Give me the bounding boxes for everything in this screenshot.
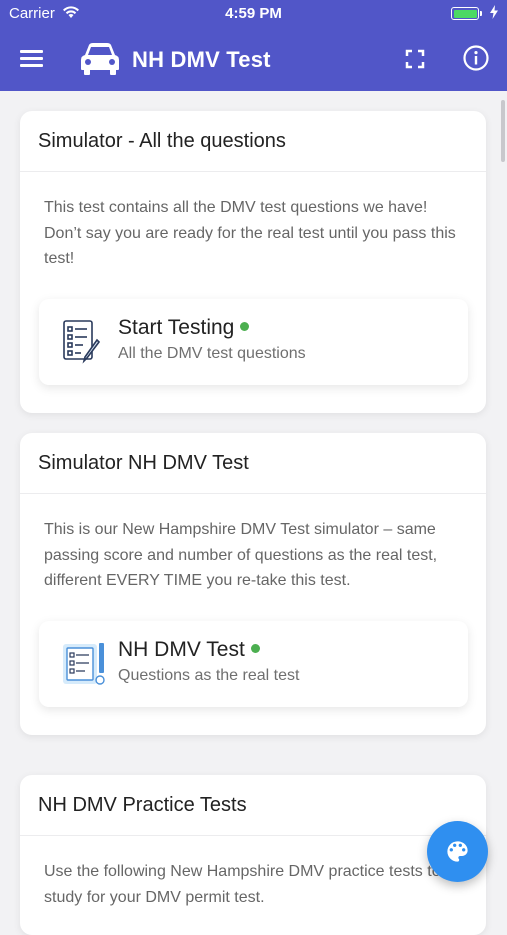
- status-bar: Carrier 4:59 PM: [0, 0, 507, 28]
- info-icon[interactable]: [463, 45, 489, 76]
- battery-icon: [451, 7, 482, 20]
- nh-dmv-test-button[interactable]: NH DMV Test Questions as the real test: [39, 621, 468, 707]
- card-title: Simulator NH DMV Test: [20, 433, 486, 494]
- app-title: NH DMV Test: [132, 47, 271, 72]
- card-title: NH DMV Practice Tests: [20, 775, 486, 836]
- card-description: Use the following New Hampshire DMV prac…: [44, 863, 441, 906]
- fullscreen-icon[interactable]: [405, 49, 425, 74]
- item-title: Start Testing: [118, 316, 250, 340]
- menu-icon[interactable]: [20, 50, 43, 67]
- card-title: Simulator - All the questions: [20, 111, 486, 172]
- item-subtitle: All the DMV test questions: [118, 345, 306, 362]
- status-time: 4:59 PM: [225, 5, 282, 22]
- scrollbar[interactable]: [501, 100, 505, 162]
- test-sheet-icon: [61, 640, 105, 688]
- item-subtitle: Questions as the real test: [118, 667, 300, 684]
- car-icon: [80, 42, 120, 81]
- item-title: NH DMV Test: [118, 638, 260, 662]
- online-dot: [250, 644, 260, 653]
- palette-icon: [447, 841, 468, 862]
- start-testing-button[interactable]: Start Testing All the DMV test questions: [39, 299, 468, 385]
- card-simulator-all: Simulator - All the questions This test …: [20, 111, 486, 413]
- card-description: This is our New Hampshire DMV Test simul…: [44, 521, 438, 589]
- card-simulator-nh: Simulator NH DMV Test This is our New Ha…: [20, 433, 486, 735]
- card-practice-tests: NH DMV Practice Tests Use the following …: [20, 775, 486, 935]
- theme-palette-button[interactable]: [427, 821, 488, 882]
- online-dot: [240, 322, 250, 331]
- checklist-icon: [61, 318, 103, 366]
- toolbar: NH DMV Test: [0, 28, 507, 91]
- card-description: This test contains all the DMV test ques…: [44, 199, 456, 267]
- app-bar: Carrier 4:59 PM NH DMV Test: [0, 0, 507, 91]
- charging-icon: [490, 5, 498, 22]
